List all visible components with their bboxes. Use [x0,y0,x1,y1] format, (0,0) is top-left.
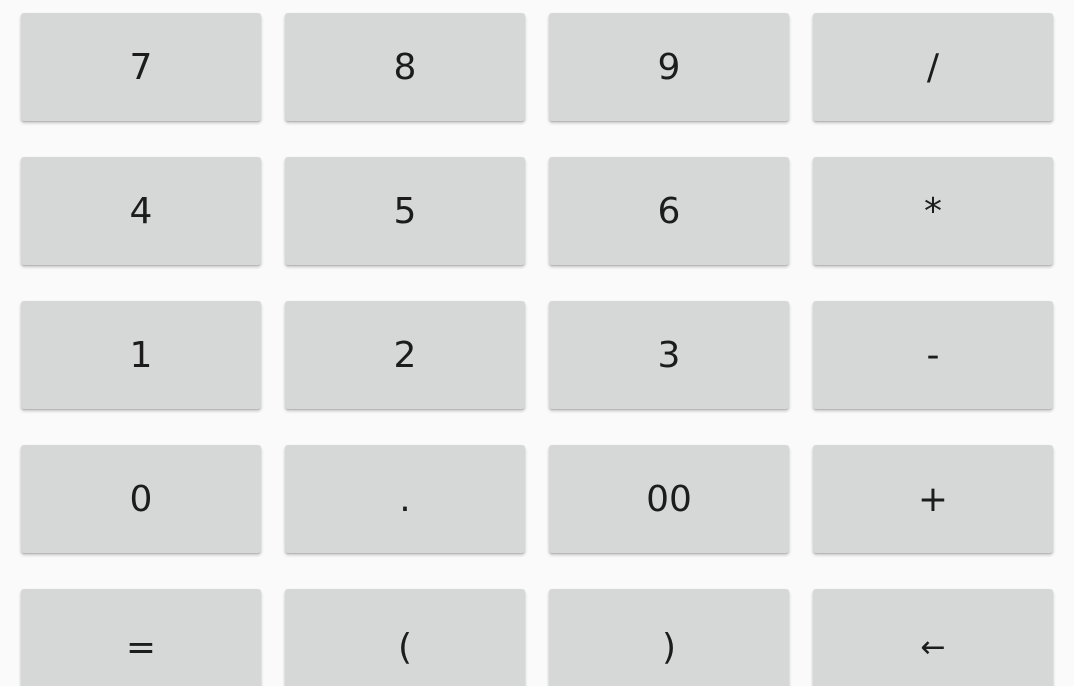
key-00-button[interactable]: 00 [549,445,789,553]
key-4-button[interactable]: 4 [21,157,261,265]
backspace-button[interactable]: ← [813,589,1053,686]
subtract-button[interactable]: - [813,301,1053,409]
key-3-button[interactable]: 3 [549,301,789,409]
key-9-button[interactable]: 9 [549,13,789,121]
open-paren-button[interactable]: ( [285,589,525,686]
decimal-point-button[interactable]: . [285,445,525,553]
multiply-button[interactable]: * [813,157,1053,265]
key-0-button[interactable]: 0 [21,445,261,553]
equals-button[interactable]: = [21,589,261,686]
key-2-button[interactable]: 2 [285,301,525,409]
close-paren-button[interactable]: ) [549,589,789,686]
backspace-arrow-icon: ← [920,629,946,665]
key-8-button[interactable]: 8 [285,13,525,121]
key-7-button[interactable]: 7 [21,13,261,121]
divide-button[interactable]: / [813,13,1053,121]
calculator-keypad: 7 8 9 / 4 5 6 * 1 2 3 - 0 . 00 + = ( ) ← [0,0,1074,686]
key-6-button[interactable]: 6 [549,157,789,265]
key-1-button[interactable]: 1 [21,301,261,409]
key-5-button[interactable]: 5 [285,157,525,265]
add-button[interactable]: + [813,445,1053,553]
